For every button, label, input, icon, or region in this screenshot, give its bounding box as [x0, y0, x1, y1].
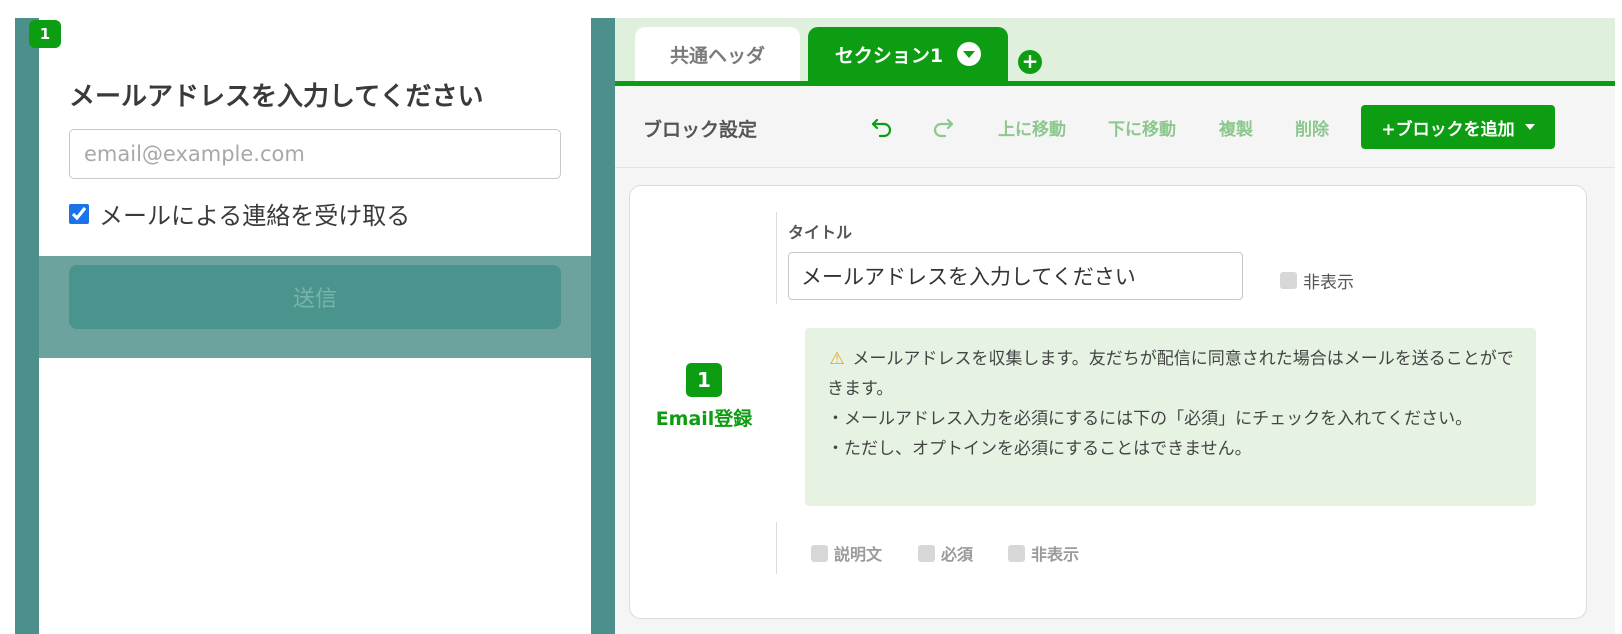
description-label: 説明文: [834, 545, 883, 564]
checkbox[interactable]: [918, 544, 935, 562]
warning-icon: ⚠: [829, 349, 845, 369]
move-down-button[interactable]: 下に移動: [1108, 115, 1176, 140]
submit-area: 送信: [39, 256, 591, 358]
checkbox[interactable]: [1008, 544, 1025, 562]
notice-box: ⚠ メールアドレスを収集します。友だちが配信に同意された場合はメールを送ることが…: [805, 328, 1536, 506]
optin-label: メールによる連絡を受け取る: [99, 202, 411, 230]
title-hide-checkbox[interactable]: 非表示: [1280, 268, 1354, 293]
hide-checkbox[interactable]: 非表示: [1008, 541, 1079, 565]
block-toolbar: ブロック設定 上に移動 下に移動 複製 削除 +ブロックを追加: [615, 86, 1615, 168]
block-editor: 共通ヘッダ セクション1 + ブロック設定 上に移動 下に移動 複製 削除 +ブ…: [615, 18, 1615, 634]
section-tabbar: 共通ヘッダ セクション1 +: [615, 18, 1615, 86]
notice-line-2: ・メールアドレス入力を必須にするには下の「必須」にチェックを入れてください。: [827, 409, 1473, 429]
submit-button[interactable]: 送信: [69, 265, 561, 329]
required-checkbox[interactable]: 必須: [918, 541, 973, 565]
notice-line-3: ・ただし、オプトインを必須にすることはできません。: [827, 439, 1252, 459]
required-label: 必須: [941, 545, 974, 564]
delete-button[interactable]: 削除: [1295, 115, 1329, 140]
optin-checkbox-row[interactable]: メールによる連絡を受け取る: [69, 196, 410, 231]
divider: [776, 212, 777, 304]
plus-icon[interactable]: +: [1018, 50, 1042, 74]
undo-icon[interactable]: [869, 113, 895, 139]
chevron-down-icon[interactable]: [957, 42, 982, 66]
email-field[interactable]: [69, 129, 561, 179]
notice-text-1: メールアドレスを収集します。友だちが配信に同意された場合はメールを送ることができ…: [827, 349, 1514, 399]
checkbox[interactable]: [1280, 272, 1297, 289]
notice-line-1: ⚠ メールアドレスを収集します。友だちが配信に同意された場合はメールを送ることが…: [827, 344, 1514, 404]
preview-block-badge: 1: [29, 20, 61, 48]
preview-canvas: メールアドレスを入力してください メールによる連絡を受け取る 送信: [39, 18, 591, 634]
preview-heading: メールアドレスを入力してください: [69, 82, 484, 112]
duplicate-button[interactable]: 複製: [1219, 115, 1253, 140]
tab-section-1[interactable]: セクション1: [808, 27, 1008, 81]
optin-checkbox[interactable]: [69, 203, 89, 224]
title-input[interactable]: [788, 252, 1243, 300]
title-field-label: タイトル: [788, 223, 853, 242]
block-type-label: Email登録: [655, 408, 753, 430]
hide-label: 非表示: [1031, 545, 1080, 564]
tab-section-label: セクション1: [834, 44, 944, 67]
caret-down-icon: [1524, 124, 1535, 130]
add-block-label: +ブロックを追加: [1381, 119, 1515, 140]
redo-icon[interactable]: [930, 113, 956, 139]
block-card: 1 Email登録 タイトル 非表示 ⚠ メールアドレスを収集します。友だちが配…: [629, 185, 1587, 619]
tab-common-header[interactable]: 共通ヘッダ: [635, 27, 800, 81]
description-checkbox[interactable]: 説明文: [811, 541, 882, 565]
form-preview: メールアドレスを入力してください メールによる連絡を受け取る 送信 1: [15, 18, 615, 634]
divider: [776, 522, 777, 574]
checkbox[interactable]: [811, 544, 828, 562]
move-up-button[interactable]: 上に移動: [998, 115, 1066, 140]
toolbar-title: ブロック設定: [643, 119, 758, 141]
block-number-badge: 1: [686, 363, 722, 397]
add-block-button[interactable]: +ブロックを追加: [1361, 105, 1555, 149]
title-hide-label: 非表示: [1303, 273, 1354, 293]
